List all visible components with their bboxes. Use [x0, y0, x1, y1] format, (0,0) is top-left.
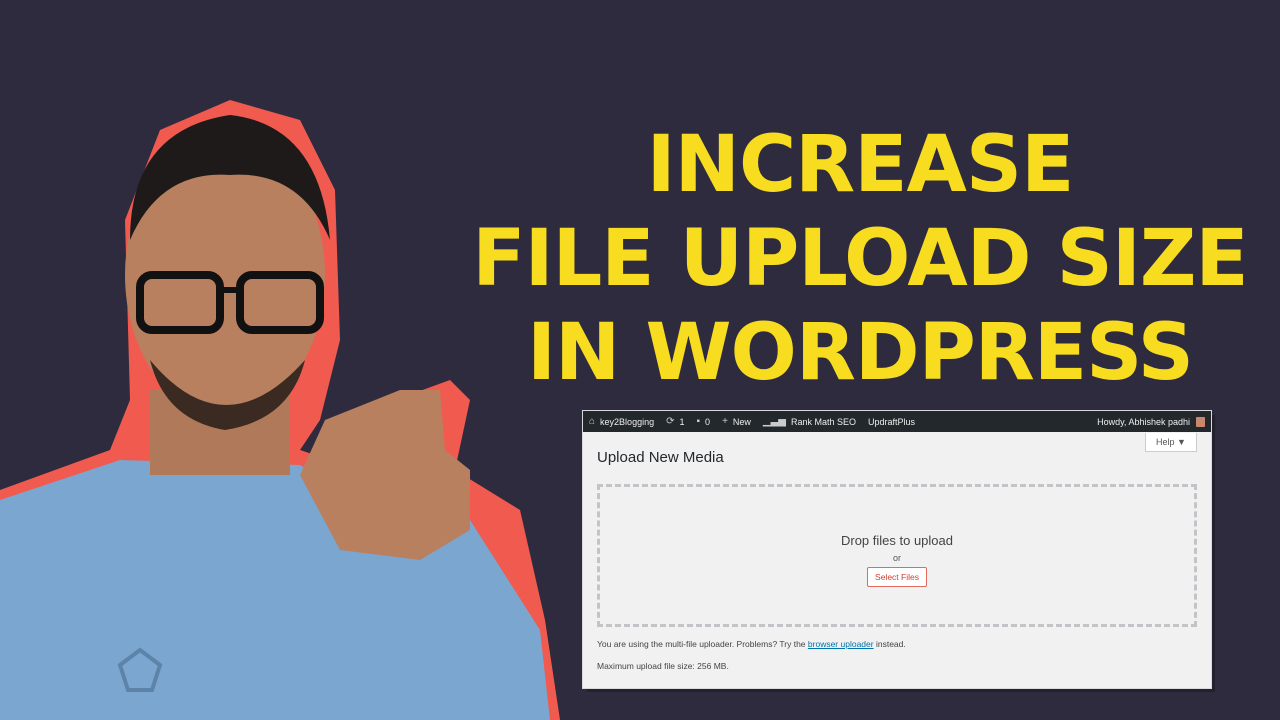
drop-zone[interactable]: Drop files to upload or Select Files [597, 484, 1197, 627]
uploader-info-prefix: You are using the multi-file uploader. P… [597, 639, 806, 649]
admin-bar-updraft[interactable]: UpdraftPlus [868, 417, 915, 427]
admin-bar-rank-math[interactable]: ▁▃▅ Rank Math SEO [763, 416, 856, 427]
max-upload-size: Maximum upload file size: 256 MB. [597, 661, 729, 671]
headline-line-1: INCREASE [646, 120, 1075, 210]
avatar [1196, 416, 1205, 427]
rank-math-icon: ▁▃▅ [762, 416, 786, 427]
wordpress-upload-screenshot: ⌂ key2Blogging ⟳ 1 ▪ 0 + New ▁▃▅ Rank Ma… [583, 411, 1211, 688]
admin-bar-comments[interactable]: ▪ 0 [697, 416, 711, 427]
home-icon: ⌂ [589, 416, 596, 427]
admin-bar-new[interactable]: + New [722, 416, 751, 427]
headline: INCREASE FILE UPLOAD SIZE IN WORDPRESS [440, 118, 1280, 400]
admin-bar-updates[interactable]: ⟳ 1 [666, 416, 684, 427]
browser-uploader-link[interactable]: browser uploader [808, 639, 874, 649]
comment-icon: ▪ [696, 416, 701, 427]
help-button[interactable]: Help ▼ [1145, 433, 1197, 452]
uploader-info-suffix: instead. [875, 639, 906, 649]
admin-bar-account[interactable]: Howdy, Abhishek padhi [1097, 416, 1205, 427]
headline-line-3: IN WORDPRESS [527, 308, 1194, 398]
select-files-button[interactable]: Select Files [867, 567, 927, 587]
drop-text: Drop files to upload [840, 533, 953, 548]
headline-line-2: FILE UPLOAD SIZE [472, 214, 1248, 304]
or-text: or [892, 553, 901, 563]
updates-icon: ⟳ [666, 416, 675, 427]
uploader-info: You are using the multi-file uploader. P… [597, 639, 906, 649]
admin-bar: ⌂ key2Blogging ⟳ 1 ▪ 0 + New ▁▃▅ Rank Ma… [583, 411, 1211, 432]
plus-icon: + [722, 416, 728, 427]
admin-bar-site[interactable]: ⌂ key2Blogging [589, 416, 654, 427]
page-title: Upload New Media [597, 449, 724, 466]
